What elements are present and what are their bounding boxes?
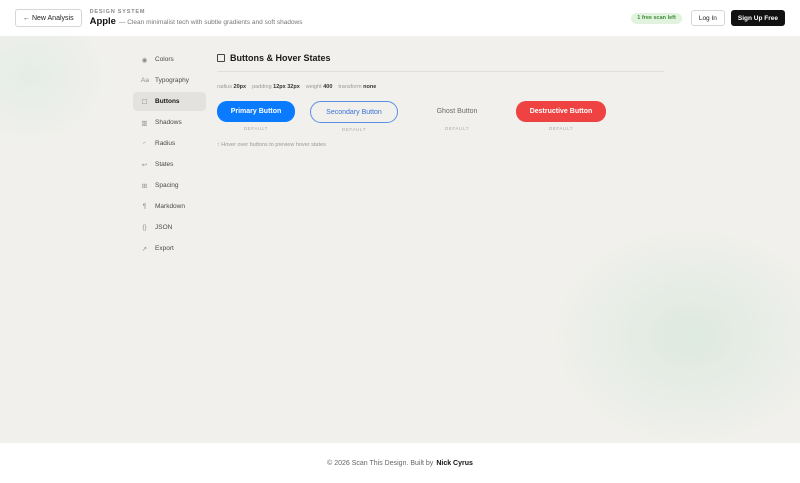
sidebar-item-shadows[interactable]: ▥ Shadows <box>133 113 206 132</box>
header-actions: 1 free scan left Log In Sign Up Free <box>631 10 785 26</box>
spec-radius-label: radius <box>217 84 232 90</box>
top-header: ← New Analysis DESIGN SYSTEM Apple — Cle… <box>0 0 800 36</box>
brand-block: DESIGN SYSTEM Apple — Clean minimalist t… <box>90 9 303 27</box>
destructive-button-sample: Destructive Button DEFAULT <box>516 101 606 131</box>
state-label: DEFAULT <box>341 127 367 132</box>
footer-author-link[interactable]: Nick Cyrus <box>436 460 473 467</box>
button-preview-row: Primary Button DEFAULT Secondary Button … <box>217 101 664 132</box>
export-icon: ↗ <box>141 245 148 253</box>
markdown-icon: ¶ <box>142 203 147 210</box>
section-header: Buttons & Hover States <box>217 52 664 64</box>
sidebar-item-colors[interactable]: ◉ Colors <box>133 50 206 69</box>
sidebar-item-label: Colors <box>155 56 174 63</box>
sidebar-item-label: Spacing <box>155 182 179 189</box>
ghost-button-sample: Ghost Button DEFAULT <box>413 101 501 131</box>
buttons-icon: ☐ <box>141 98 148 106</box>
new-analysis-label: ← New Analysis <box>23 14 74 22</box>
section-divider <box>217 71 664 72</box>
sidebar-item-radius[interactable]: ◜ Radius <box>133 134 206 153</box>
brand-eyebrow: DESIGN SYSTEM <box>89 9 146 15</box>
primary-button-sample: Primary Button DEFAULT <box>217 101 295 131</box>
sidebar-item-label: Markdown <box>155 203 185 210</box>
footer-text: © 2026 Scan This Design. Built by <box>327 459 434 467</box>
state-label: DEFAULT <box>548 126 574 131</box>
sidebar-item-label: Shadows <box>155 119 182 126</box>
spec-weight-label: weight <box>305 84 322 90</box>
shadows-icon: ▥ <box>141 119 148 127</box>
ghost-button[interactable]: Ghost Button <box>413 101 501 122</box>
sidebar-item-states[interactable]: ↩ States <box>133 155 206 174</box>
hover-hint: ↑ Hover over buttons to preview hover st… <box>217 142 326 148</box>
signup-button[interactable]: Sign Up Free <box>730 10 785 26</box>
spacing-icon: ⊞ <box>141 182 148 190</box>
radius-icon: ◜ <box>143 140 146 148</box>
sidebar-item-markdown[interactable]: ¶ Markdown <box>133 197 206 216</box>
spec-transform-label: transform <box>338 84 362 90</box>
secondary-button[interactable]: Secondary Button <box>310 101 398 123</box>
sidebar-item-label: Export <box>155 245 174 252</box>
sidebar-item-label: JSON <box>155 224 173 231</box>
brand-description: — Clean minimalist tech with subtle grad… <box>118 19 303 26</box>
sidebar-item-spacing[interactable]: ⊞ Spacing <box>133 176 206 195</box>
buttons-section: Buttons & Hover States radius 20px paddi… <box>217 52 664 148</box>
sidebar-item-buttons[interactable]: ☐ Buttons <box>133 92 206 111</box>
states-icon: ↩ <box>141 161 148 169</box>
login-button[interactable]: Log In <box>690 10 725 26</box>
sidebar-item-label: Radius <box>155 140 176 147</box>
state-label: DEFAULT <box>444 126 470 131</box>
spec-padding-value: 12px 32px <box>273 84 300 90</box>
spec-transform-value: none <box>363 84 377 90</box>
spec-weight-value: 400 <box>323 84 333 90</box>
primary-button[interactable]: Primary Button <box>217 101 295 122</box>
free-scan-badge: 1 free scan left <box>631 12 682 24</box>
spec-padding-label: padding <box>252 84 272 90</box>
spec-padding: padding 12px 32px <box>252 84 300 90</box>
button-square-icon <box>217 54 225 62</box>
new-analysis-button[interactable]: ← New Analysis <box>15 9 82 27</box>
button-specs: radius 20px padding 12px 32px weight 400… <box>217 84 664 90</box>
json-icon: {} <box>142 224 147 231</box>
sidebar-item-label: Typography <box>155 77 189 84</box>
sidebar-item-label: States <box>155 161 174 168</box>
main-area: ◉ Colors Aa Typography ☐ Buttons ▥ Shado… <box>0 36 800 443</box>
brand-row: Apple — Clean minimalist tech with subtl… <box>90 16 303 27</box>
sidebar-item-typography[interactable]: Aa Typography <box>133 71 206 90</box>
colors-icon: ◉ <box>141 56 148 64</box>
sidebar-item-label: Buttons <box>155 98 180 105</box>
sidebar-item-export[interactable]: ↗ Export <box>133 239 206 258</box>
spec-transform: transform none <box>338 84 376 90</box>
spec-radius-value: 20px <box>233 84 247 90</box>
secondary-button-sample: Secondary Button DEFAULT <box>310 101 398 132</box>
spec-weight: weight 400 <box>306 84 333 90</box>
spec-radius: radius 20px <box>217 84 246 90</box>
sidebar-item-json[interactable]: {} JSON <box>133 218 206 237</box>
typography-icon: Aa <box>141 77 149 84</box>
section-title: Buttons & Hover States <box>230 53 331 63</box>
destructive-button[interactable]: Destructive Button <box>516 101 606 122</box>
page-footer: © 2026 Scan This Design. Built by Nick C… <box>0 443 800 483</box>
brand-name: Apple <box>89 16 116 27</box>
state-label: DEFAULT <box>243 126 269 131</box>
sidebar-nav: ◉ Colors Aa Typography ☐ Buttons ▥ Shado… <box>133 50 206 260</box>
